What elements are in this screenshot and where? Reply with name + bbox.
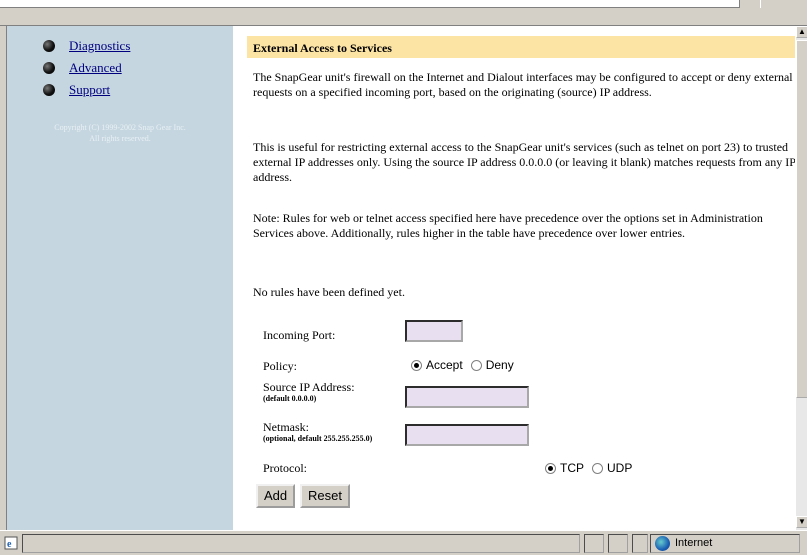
copyright-notice: Copyright (C) 1999-2002 Snap Gear Inc. A… [17,122,223,144]
source-ip-label: Source IP Address: (default 0.0.0.0) [263,380,355,404]
globe-icon [655,536,670,551]
reset-button[interactable]: Reset [300,484,350,508]
policy-accept-label: Accept [426,358,463,372]
netmask-hint: (optional, default 255.255.255.0) [263,434,373,443]
note-paragraph: Note: Rules for web or telnet access spe… [253,211,763,240]
page-status-icon: e [4,536,18,550]
status-text-panel [22,534,580,553]
protocol-tcp-label: TCP [560,461,584,475]
status-bar: e Internet [0,530,807,555]
address-bar[interactable] [0,0,740,8]
protocol-label: Protocol: [263,461,307,475]
go-button[interactable] [760,0,800,8]
security-zone: Internet [650,534,800,553]
policy-label: Policy: [263,359,298,373]
status-panel [632,534,648,553]
netmask-label-text: Netmask: [263,420,309,434]
bullet-icon [43,40,55,52]
browser-toolbar [0,0,807,26]
incoming-port-input[interactable] [405,320,463,342]
section-title: External Access to Services [247,36,795,58]
vertical-scrollbar[interactable]: ▲ ▼ [795,26,807,530]
protocol-udp-radio[interactable] [592,462,603,474]
svg-text:e: e [7,539,12,550]
scroll-down-icon[interactable]: ▼ [796,516,807,528]
status-panel [584,534,604,553]
sidebar-link-diagnostics[interactable]: Diagnostics [69,38,130,54]
protocol-tcp-radio[interactable] [545,462,556,474]
page-viewport: Diagnostics Advanced Support Copyright (… [6,26,795,530]
policy-deny-radio[interactable] [470,359,482,371]
bullet-icon [43,62,55,74]
netmask-input[interactable] [405,424,529,446]
netmask-label: Netmask: (optional, default 255.255.255.… [263,420,372,444]
sidebar-link-support[interactable]: Support [69,82,110,98]
policy-deny-label: Deny [485,358,514,372]
bullet-icon [43,84,55,96]
usage-paragraph: This is useful for restricting external … [253,140,795,184]
scroll-thumb[interactable] [796,40,807,398]
copyright-rights: All rights reserved. [89,134,151,143]
intro-paragraph: The SnapGear unit's firewall on the Inte… [253,70,793,99]
status-panel [608,534,628,553]
source-ip-hint: (default 0.0.0.0) [263,394,317,403]
sidebar-link-advanced[interactable]: Advanced [69,60,122,76]
source-ip-input[interactable] [405,386,529,408]
policy-radio-group: Accept Deny [411,358,514,372]
incoming-port-label: Incoming Port: [263,328,336,342]
protocol-udp-label: UDP [607,461,633,475]
zone-label: Internet [675,537,713,549]
no-rules-message: No rules have been defined yet. [253,285,405,299]
add-button[interactable]: Add [256,484,296,508]
policy-accept-radio[interactable] [411,359,422,371]
sidebar: Diagnostics Advanced Support Copyright (… [7,26,233,530]
protocol-radio-group: TCP UDP [545,461,632,475]
main-content: External Access to Services The SnapGear… [247,26,795,530]
copyright-line: Copyright (C) 1999-2002 Snap Gear Inc. [54,123,186,132]
scroll-up-icon[interactable]: ▲ [796,26,807,38]
source-ip-label-text: Source IP Address: [263,380,355,394]
